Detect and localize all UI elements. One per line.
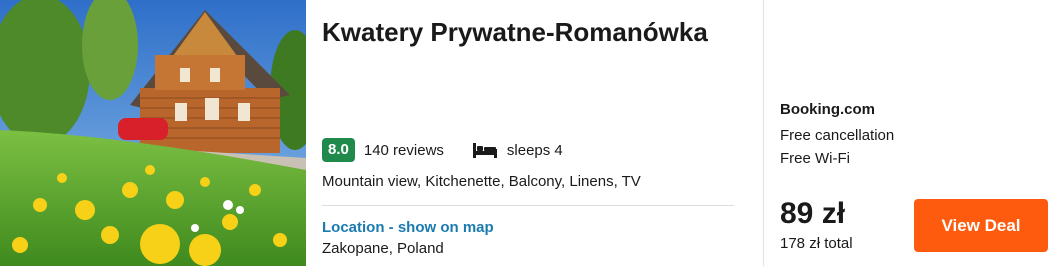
total-price: 178 zł total <box>780 235 853 252</box>
rating-row: 8.0 140 reviews sleeps 4 <box>322 138 563 162</box>
deal-panel: Booking.com Free cancellation Free Wi-Fi… <box>763 0 1059 266</box>
hotel-result-card: Kwatery Prywatne-Romanówka 8.0 140 revie… <box>0 0 1059 266</box>
divider <box>322 205 734 206</box>
hotel-photo[interactable] <box>0 0 306 266</box>
view-deal-button[interactable]: View Deal <box>914 199 1048 252</box>
hotel-info: Kwatery Prywatne-Romanówka 8.0 140 revie… <box>306 0 763 266</box>
nightly-price: 89 zł <box>780 197 846 230</box>
location-text: Zakopane, Poland <box>322 240 444 257</box>
show-on-map-link[interactable]: Location - show on map <box>322 219 494 236</box>
sleeps-capacity: sleeps 4 <box>506 141 563 159</box>
amenities-list: Mountain view, Kitchenette, Balcony, Lin… <box>322 173 641 190</box>
hotel-photo-image <box>0 0 306 266</box>
review-count[interactable]: 140 reviews <box>364 142 444 159</box>
provider-name: Booking.com <box>780 101 876 118</box>
hotel-name[interactable]: Kwatery Prywatne-Romanówka <box>322 16 747 48</box>
bed-icon <box>472 141 498 159</box>
feature-free-wifi: Free Wi-Fi <box>780 150 850 167</box>
rating-badge: 8.0 <box>322 138 355 162</box>
feature-free-cancellation: Free cancellation <box>780 127 895 144</box>
